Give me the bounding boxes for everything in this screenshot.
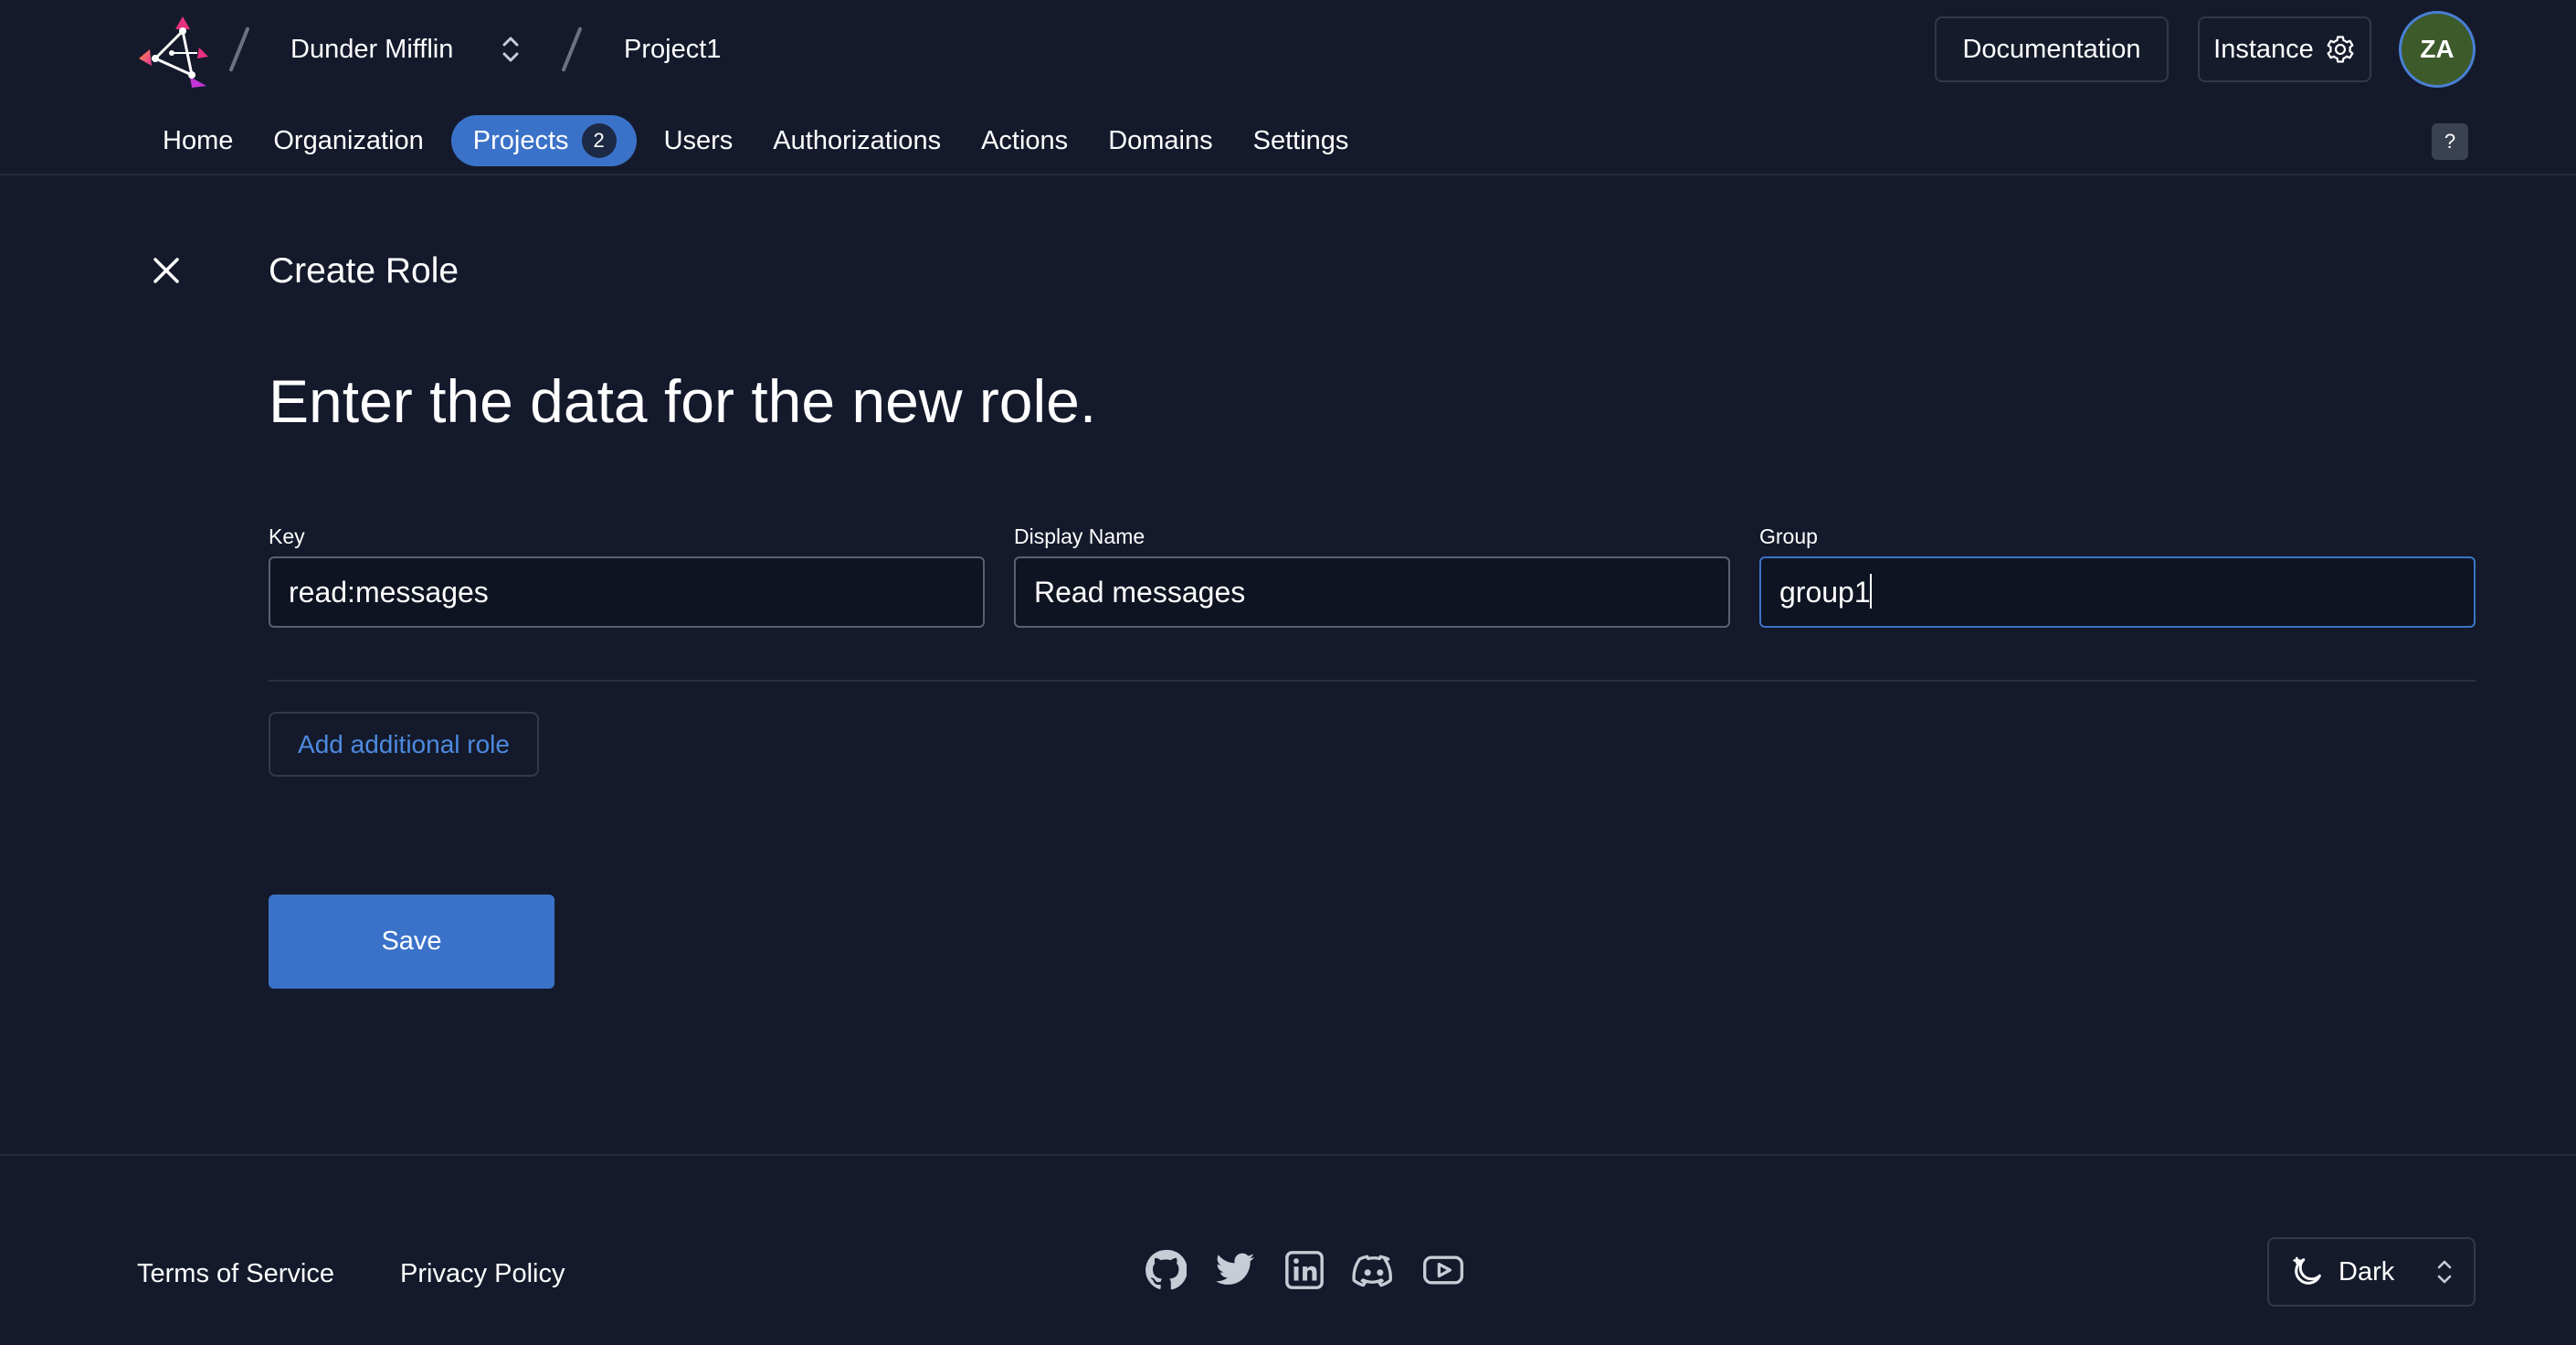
- breadcrumb-separator: [228, 26, 250, 72]
- form-divider: [269, 680, 2476, 682]
- close-button[interactable]: [152, 249, 181, 292]
- footer-divider: [0, 1154, 2576, 1156]
- nav-item-organization[interactable]: Organization: [253, 115, 443, 166]
- nav-label: Projects: [472, 126, 569, 155]
- privacy-policy-link[interactable]: Privacy Policy: [400, 1255, 565, 1292]
- twitter-icon[interactable]: [1213, 1248, 1257, 1292]
- documentation-button[interactable]: Documentation: [1935, 16, 2169, 82]
- main-nav: Home Organization Projects 2 Users Autho…: [143, 113, 1368, 168]
- nav-item-actions[interactable]: Actions: [961, 115, 1088, 166]
- key-input[interactable]: [269, 556, 985, 628]
- form-heading: Enter the data for the new role.: [269, 367, 1097, 435]
- nav-item-settings[interactable]: Settings: [1233, 115, 1369, 166]
- page-title: Create Role: [269, 251, 459, 291]
- instance-label: Instance: [2213, 34, 2314, 64]
- nav-label: Users: [663, 126, 734, 155]
- user-avatar[interactable]: ZA: [2399, 11, 2476, 88]
- key-label: Key: [269, 524, 305, 548]
- save-button[interactable]: Save: [269, 895, 554, 989]
- breadcrumb-separator: [561, 26, 583, 72]
- nav-item-home[interactable]: Home: [143, 115, 253, 166]
- help-button[interactable]: ?: [2432, 123, 2468, 160]
- add-additional-role-button[interactable]: Add additional role: [269, 712, 539, 777]
- nav-label: Home: [163, 126, 234, 155]
- chevron-up-down-icon: [502, 37, 519, 62]
- text-cursor: [1870, 574, 1872, 609]
- moon-icon: [2293, 1256, 2321, 1285]
- terms-of-service-link[interactable]: Terms of Service: [137, 1255, 334, 1292]
- nav-label: Domains: [1108, 126, 1213, 155]
- projects-count-badge: 2: [581, 123, 617, 158]
- linkedin-icon[interactable]: [1283, 1248, 1326, 1292]
- social-links: [1144, 1248, 1465, 1292]
- nav-label: Organization: [273, 126, 424, 155]
- github-icon[interactable]: [1144, 1248, 1188, 1292]
- nav-item-domains[interactable]: Domains: [1088, 115, 1232, 166]
- discord-icon[interactable]: [1352, 1248, 1396, 1292]
- gear-icon: [2327, 36, 2354, 63]
- display-name-input[interactable]: [1014, 556, 1730, 628]
- nav-item-users[interactable]: Users: [644, 115, 754, 166]
- display-name-label: Display Name: [1014, 524, 1145, 548]
- group-input[interactable]: [1759, 556, 2476, 628]
- nav-divider: [0, 174, 2576, 175]
- youtube-icon[interactable]: [1421, 1248, 1465, 1292]
- nav-label: Authorizations: [773, 126, 942, 155]
- chevron-up-down-icon: [2437, 1260, 2452, 1284]
- nav-item-projects[interactable]: Projects 2: [450, 115, 637, 166]
- nav-label: Settings: [1252, 126, 1349, 155]
- nav-item-authorizations[interactable]: Authorizations: [753, 115, 961, 166]
- close-icon: [153, 258, 179, 283]
- group-label: Group: [1759, 524, 1818, 548]
- project-name[interactable]: Project1: [624, 31, 721, 68]
- zitadel-logo[interactable]: [135, 13, 212, 88]
- nav-label: Actions: [981, 126, 1069, 155]
- theme-select[interactable]: Dark: [2267, 1237, 2476, 1307]
- org-switch-button[interactable]: [493, 31, 528, 68]
- org-name[interactable]: Dunder Mifflin: [290, 31, 453, 68]
- theme-label: Dark: [2338, 1256, 2395, 1287]
- instance-button[interactable]: Instance: [2198, 16, 2371, 82]
